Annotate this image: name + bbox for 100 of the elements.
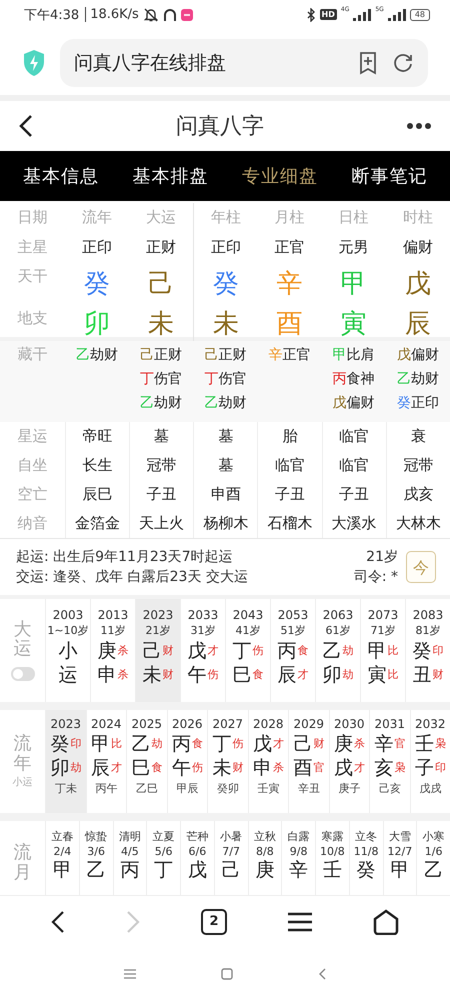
- heavenly-stem: 己: [147, 268, 176, 302]
- solar-term: 白露: [288, 829, 310, 844]
- solar-term: 惊蛰: [85, 829, 108, 844]
- stem-char: 壬: [414, 732, 434, 756]
- stem-char: 壬: [322, 859, 342, 882]
- age-text: 71岁: [370, 622, 396, 639]
- back-icon[interactable]: [50, 910, 65, 934]
- main-star-label: 元男: [338, 237, 370, 258]
- ten-god-tag: 枭: [394, 756, 406, 780]
- stem-char: 丙: [172, 732, 191, 756]
- earthly-branch: 寅: [340, 308, 368, 342]
- stem-char: 庚: [334, 732, 353, 756]
- ten-god-tag: 才: [272, 732, 284, 756]
- column-header: 时柱: [402, 207, 434, 228]
- stem-char: 乙: [131, 732, 150, 756]
- year-text: 2026: [172, 716, 203, 732]
- ten-god-label: 伤官: [154, 370, 182, 389]
- stem-char: 戊: [396, 346, 411, 365]
- stem-char: 午: [188, 662, 206, 687]
- stem-char: 申: [98, 662, 116, 687]
- bluetooth-icon: [306, 8, 316, 22]
- more-icon[interactable]: [406, 122, 432, 130]
- tab[interactable]: 基本信息: [6, 164, 116, 188]
- year-text: 2053: [278, 606, 308, 623]
- date-text: 9/8: [290, 844, 308, 860]
- stem-char: 甲: [90, 732, 110, 756]
- stem-char: 己: [204, 346, 218, 365]
- solar-term: 立夏: [152, 829, 175, 844]
- xiaoyun-text: 壬寅: [257, 781, 280, 797]
- tab[interactable]: 专业细盘: [225, 164, 334, 188]
- back-icon[interactable]: [18, 114, 34, 138]
- tabs-button[interactable]: 2: [200, 908, 227, 935]
- ten-god-tag: 才: [110, 756, 122, 780]
- ten-god-tag: 才: [298, 662, 308, 687]
- ten-god-tag: 伤: [252, 638, 264, 663]
- stem-char: 未: [212, 756, 232, 780]
- stem-char: 巳: [131, 756, 150, 780]
- refresh-icon[interactable]: [392, 52, 414, 74]
- solar-term: 寒露: [321, 829, 344, 844]
- bookmark-add-icon[interactable]: [358, 50, 378, 75]
- url-field[interactable]: 问真八字在线排盘: [60, 38, 428, 87]
- ten-god-label: 食神: [346, 370, 375, 389]
- xiaoyun-text: 甲辰: [176, 781, 198, 797]
- ten-god-tag: 杀: [354, 732, 365, 756]
- heavenly-stem: 甲: [340, 268, 368, 302]
- xiaoyun-text: 庚子: [338, 781, 360, 797]
- home-icon[interactable]: [373, 908, 400, 935]
- stem-char: 丁: [140, 370, 154, 389]
- stem-char: 癸: [412, 638, 432, 663]
- ten-god-tag: 比: [388, 638, 398, 663]
- xiaoyun-text: 丁未: [54, 781, 77, 797]
- xiaoyun-text: 丙午: [95, 781, 118, 797]
- stem-char: 卯: [50, 756, 70, 780]
- date-text: 5/6: [154, 844, 172, 860]
- stem-char: 戊: [188, 638, 206, 663]
- stem-char: 戊: [332, 394, 347, 413]
- row-label: 自坐: [16, 455, 48, 476]
- stem-char: 甲: [332, 346, 347, 365]
- tab[interactable]: 基本排盘: [116, 164, 225, 188]
- ten-god-label: 正财: [218, 346, 246, 365]
- earthly-branch: 未: [147, 308, 176, 342]
- toggle-switch[interactable]: [10, 667, 34, 682]
- ten-god-label: 劫财: [90, 346, 118, 365]
- stem-char: 丙: [278, 638, 296, 663]
- column-header: 年柱: [193, 202, 258, 233]
- table-cell: 长生: [65, 451, 130, 480]
- stem-char: 己: [293, 732, 312, 756]
- stem-char: 乙: [86, 859, 106, 882]
- solar-term: 清明: [118, 829, 141, 844]
- stem-char: 乙: [396, 370, 411, 389]
- stem-char: 庚: [255, 859, 274, 882]
- stem-char: 亥: [374, 756, 394, 780]
- year-text: 2033: [188, 606, 218, 623]
- ten-god-tag: 才: [208, 638, 218, 663]
- table-cell: 衰: [386, 422, 450, 452]
- dayun-item[interactable]: 2003 1~10岁 小 运: [45, 598, 90, 702]
- xiaoyun-text: 癸卯: [216, 781, 239, 797]
- stem-char: 丙: [332, 370, 347, 389]
- menu-icon[interactable]: [288, 912, 312, 932]
- stem-char: 己: [222, 859, 241, 882]
- stem-char: 巳: [232, 662, 252, 687]
- tab[interactable]: 断事笔记: [334, 164, 444, 188]
- ten-god-tag: 食: [298, 638, 308, 663]
- xiaoyun-text: 戊戌: [419, 781, 442, 797]
- stem-char: 申: [252, 756, 272, 780]
- main-star-label: 正印: [193, 232, 258, 263]
- ten-god-label: 正印: [410, 394, 439, 413]
- year-text: 2003: [52, 606, 84, 623]
- year-text: 2027: [212, 716, 244, 732]
- ten-god-tag: 官: [394, 732, 406, 756]
- stem-char: 辰: [90, 756, 110, 780]
- info-text: 交运: 逢癸、戊年 白露后23天 交大运: [16, 568, 249, 586]
- earthly-branch: 辰: [404, 308, 432, 342]
- heavenly-stem: 辛: [276, 268, 304, 302]
- table-cell: 冠带: [386, 451, 450, 480]
- row-label: 日期: [16, 207, 48, 228]
- table-cell: 子丑: [257, 480, 322, 510]
- ten-god-label: 劫财: [410, 370, 439, 389]
- ten-god-tag: 印: [432, 638, 444, 663]
- stem-char: 辛: [289, 859, 308, 882]
